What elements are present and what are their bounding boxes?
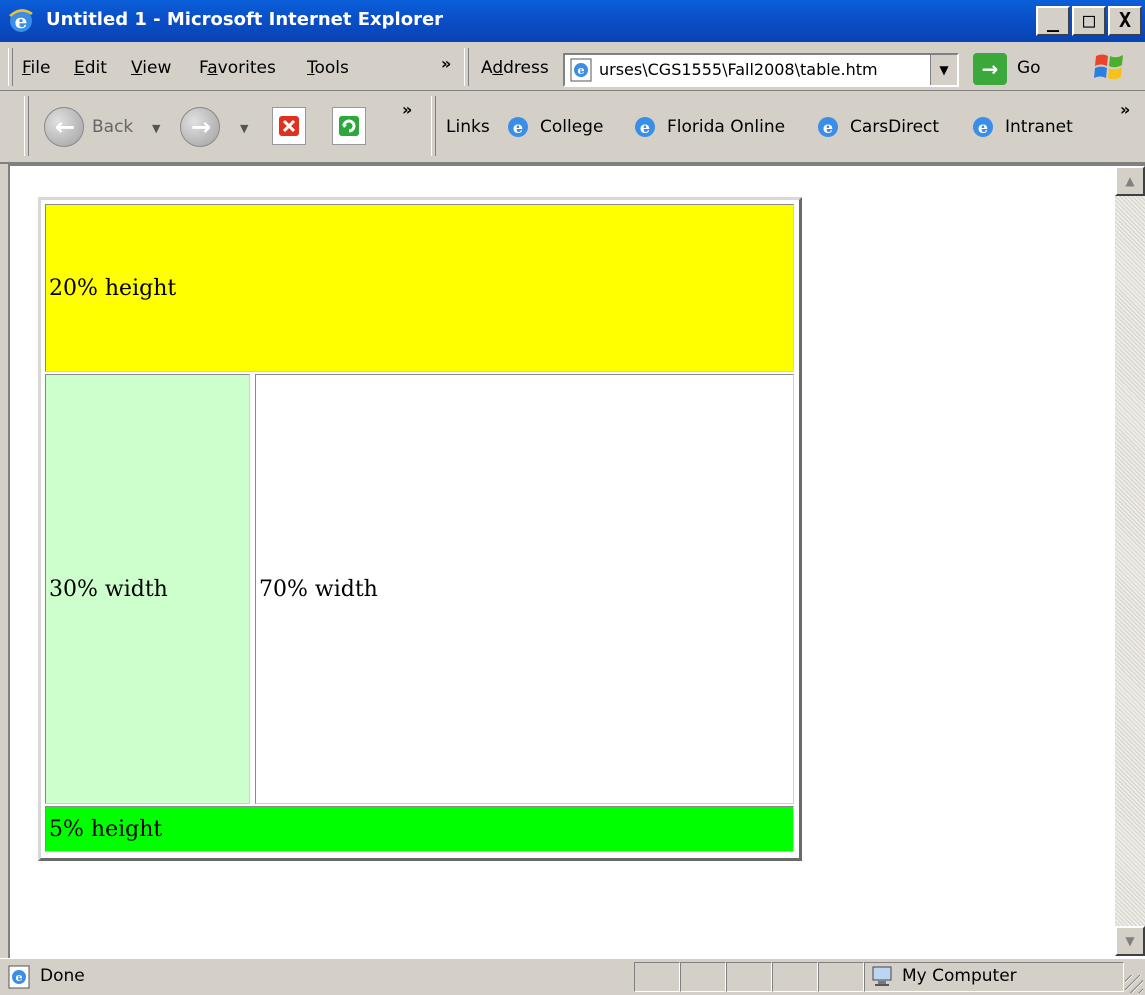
table-cell-left: 30% width <box>45 374 250 804</box>
scroll-up-button[interactable]: ▲ <box>1115 166 1145 196</box>
windows-flag-icon <box>1094 54 1123 80</box>
zone-text: My Computer <box>902 966 1017 986</box>
ie-window: e Untitled 1 - Microsoft Internet Explor… <box>0 0 1145 995</box>
table-cell-top: 20% height <box>45 204 794 372</box>
menu-file[interactable]: File <box>22 58 50 78</box>
refresh-icon[interactable] <box>332 107 366 145</box>
menu-favorites[interactable]: Favorites <box>199 58 276 78</box>
page-icon: e <box>570 58 592 82</box>
stop-icon[interactable] <box>272 107 306 145</box>
address-value: urses\CGS1555\Fall2008\table.htm <box>599 60 878 79</box>
toolbar-more-chevron[interactable]: » <box>402 100 412 119</box>
svg-text:e: e <box>640 118 650 137</box>
link-college[interactable]: College <box>540 117 603 137</box>
status-panel <box>772 962 818 992</box>
status-text: Done <box>40 966 85 986</box>
svg-text:e: e <box>978 118 988 137</box>
my-computer-icon <box>872 966 892 986</box>
page-done-icon: e <box>8 965 30 989</box>
forward-arrow-icon[interactable]: → <box>180 107 220 147</box>
close-button[interactable]: X <box>1108 6 1142 36</box>
go-button[interactable]: Go <box>1017 58 1041 78</box>
address-dropdown-button[interactable]: ▼ <box>930 55 957 85</box>
window-title: Untitled 1 - Microsoft Internet Explorer <box>46 9 444 30</box>
status-panel <box>726 962 772 992</box>
title-bar[interactable]: e Untitled 1 - Microsoft Internet Explor… <box>0 0 1145 42</box>
forward-dropdown-icon[interactable]: ▼ <box>240 122 248 135</box>
ie-link-icon: e <box>508 117 528 137</box>
svg-text:e: e <box>513 118 523 137</box>
table-cell-bottom: 5% height <box>45 806 794 852</box>
svg-text:e: e <box>823 118 833 137</box>
ie-link-icon: e <box>818 117 838 137</box>
menu-edit[interactable]: Edit <box>74 58 107 78</box>
menu-more-chevron[interactable]: » <box>441 54 451 73</box>
go-arrow-icon[interactable]: → <box>973 53 1007 85</box>
link-carsdirect[interactable]: CarsDirect <box>850 117 939 137</box>
back-arrow-icon[interactable]: ← <box>44 107 84 147</box>
link-intranet[interactable]: Intranet <box>1005 117 1073 137</box>
ie-logo-icon: e <box>9 9 33 33</box>
scroll-down-button[interactable]: ▼ <box>1115 926 1145 956</box>
vertical-scrollbar[interactable] <box>1115 166 1145 956</box>
toolbar-grip-2[interactable] <box>24 96 29 156</box>
status-panel <box>680 962 726 992</box>
menu-tools[interactable]: Tools <box>307 58 349 78</box>
ie-link-icon: e <box>635 117 655 137</box>
back-dropdown-icon[interactable]: ▼ <box>152 122 160 135</box>
toolbar-grip[interactable] <box>8 48 13 86</box>
minimize-button[interactable]: _ <box>1036 6 1070 36</box>
menu-view[interactable]: View <box>131 58 171 78</box>
links-grip[interactable] <box>431 96 436 156</box>
svg-text:e: e <box>16 971 23 984</box>
resize-grip[interactable] <box>1125 975 1143 993</box>
status-panel <box>818 962 864 992</box>
address-input[interactable]: e urses\CGS1555\Fall2008\table.htm ▼ <box>563 53 959 87</box>
status-panel <box>634 962 680 992</box>
address-label: Address <box>481 58 549 78</box>
ie-link-icon: e <box>973 117 993 137</box>
svg-text:e: e <box>578 64 585 77</box>
address-grip[interactable] <box>464 48 469 86</box>
back-button[interactable]: Back <box>92 117 133 137</box>
links-more-chevron[interactable]: » <box>1120 100 1130 119</box>
links-label: Links <box>446 117 490 137</box>
table-cell-right: 70% width <box>255 374 794 804</box>
link-florida-online[interactable]: Florida Online <box>667 117 785 137</box>
maximize-button[interactable]: □ <box>1072 6 1106 36</box>
